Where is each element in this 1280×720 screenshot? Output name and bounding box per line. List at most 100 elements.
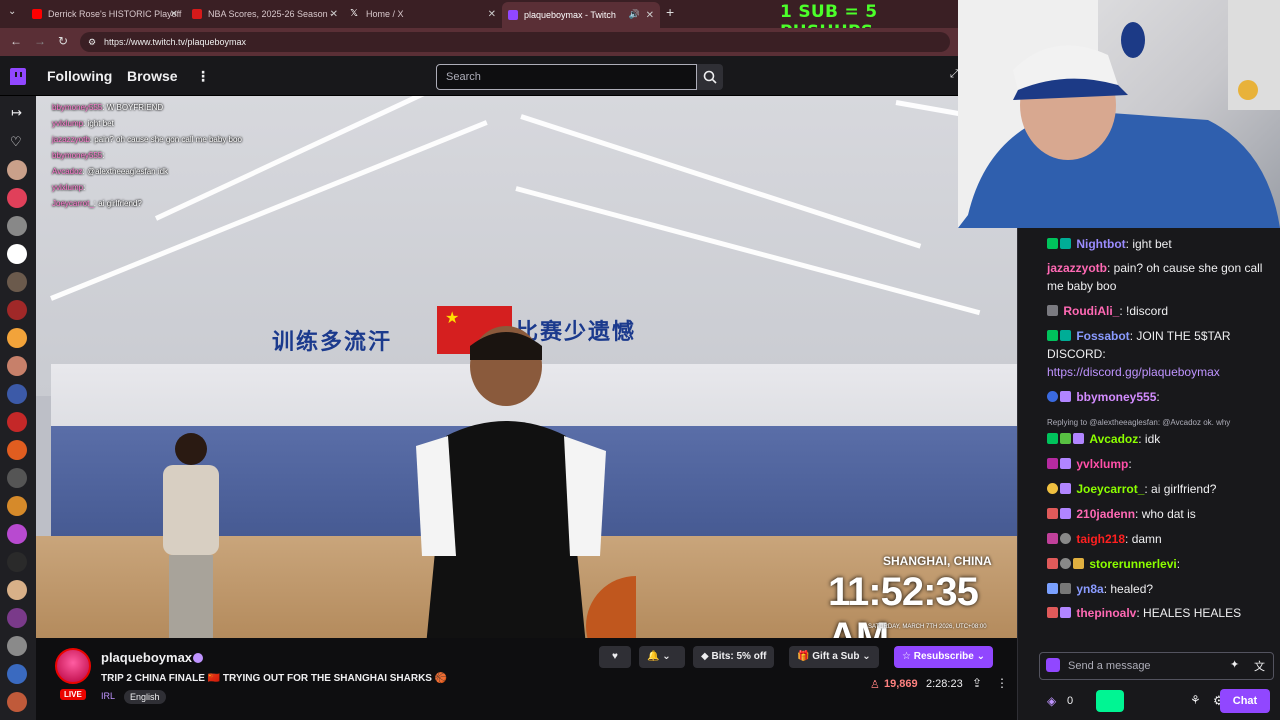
followed-channel-avatar[interactable] — [7, 440, 27, 460]
chat-message: bbymoney555: — [1047, 388, 1269, 406]
chat-text: : healed? — [1103, 582, 1154, 596]
chat-text: : — [1128, 457, 1132, 471]
sub-badge-icon — [1047, 607, 1058, 618]
followed-channel-avatar[interactable] — [7, 636, 27, 656]
followed-channel-avatar[interactable] — [7, 552, 27, 572]
tab-twitch[interactable]: plaqueboymax - Twitch 🔊 ✕ — [502, 2, 660, 28]
emote-picker-icon[interactable] — [1046, 658, 1060, 672]
followed-channel-avatar[interactable] — [7, 160, 27, 180]
back-arrow-icon[interactable]: ← — [10, 34, 22, 48]
resub-label: Resubscribe — [913, 651, 974, 662]
speaker-icon[interactable]: 🔊 — [629, 9, 640, 20]
followed-channel-avatar[interactable] — [7, 328, 27, 348]
stream-category-link[interactable]: IRL — [101, 691, 115, 701]
translate-icon[interactable]: 文 — [1254, 658, 1265, 674]
new-tab-icon[interactable]: + — [666, 4, 674, 20]
expand-rail-icon[interactable]: ↦ — [11, 105, 22, 121]
search-input[interactable]: Search — [436, 64, 697, 90]
chat-send-button[interactable]: Chat — [1220, 689, 1270, 713]
chat-username[interactable]: RoudiAli_ — [1063, 304, 1119, 318]
overlay-chat-line: yvlxlump: ight bet — [52, 119, 114, 128]
channel-points-icon[interactable]: ◈ — [1047, 694, 1056, 708]
close-tab-icon[interactable]: ✕ — [488, 9, 496, 20]
discord-link[interactable]: https://discord.gg/plaqueboymax — [1047, 365, 1220, 379]
followed-channel-avatar[interactable] — [7, 188, 27, 208]
chat-username[interactable]: yn8a — [1076, 582, 1103, 596]
channel-avatar[interactable] — [55, 648, 91, 684]
reply-context[interactable]: Replying to @alextheeaglesfan: @Avcadoz … — [1047, 418, 1230, 427]
followed-channel-avatar[interactable] — [7, 300, 27, 320]
gift-badge-icon — [1073, 558, 1084, 569]
sub-badge-icon — [1047, 558, 1058, 569]
notifications-button[interactable]: 🔔 ⌄ — [639, 646, 685, 668]
forward-arrow-icon[interactable]: → — [34, 34, 46, 48]
more-options-icon[interactable]: ⋮ — [196, 68, 210, 85]
heart-icon[interactable]: ♡ — [10, 134, 22, 150]
resubscribe-button[interactable]: ☆ Resubscribe ⌄ — [894, 646, 993, 668]
streamer-webcam — [958, 0, 1280, 228]
chat-username[interactable]: Nightbot — [1076, 237, 1125, 251]
chat-username[interactable]: Avcadoz — [1089, 432, 1138, 446]
close-tab-icon[interactable]: ✕ — [646, 10, 654, 21]
sub-badge-icon — [1060, 433, 1071, 444]
chest-icon[interactable] — [1096, 690, 1124, 712]
followed-channel-avatar[interactable] — [7, 580, 27, 600]
followed-channel-avatar[interactable] — [7, 244, 27, 264]
chat-message: Nightbot: ight bet — [1047, 235, 1269, 253]
chat-username[interactable]: storerunnerlevi — [1089, 557, 1176, 571]
close-tab-icon[interactable]: ✕ — [170, 9, 178, 20]
chat-username[interactable]: jazazzyotb — [1047, 261, 1107, 275]
followed-channel-avatar[interactable] — [7, 608, 27, 628]
reload-icon[interactable]: ↻ — [58, 34, 68, 48]
chat-username[interactable]: Fossabot — [1076, 329, 1129, 343]
more-options-icon[interactable]: ⋮ — [996, 676, 1008, 690]
tab-list-chevron-icon[interactable]: ⌄ — [8, 6, 16, 17]
search-icon — [703, 70, 717, 84]
address-bar[interactable]: ⚙ https://www.twitch.tv/plaqueboymax — [80, 32, 950, 52]
followed-channel-avatar[interactable] — [7, 496, 27, 516]
twitch-logo-icon[interactable] — [10, 68, 26, 85]
chat-username[interactable]: Joeycarrot_ — [1076, 482, 1144, 496]
share-icon[interactable]: ⇪ — [972, 676, 982, 690]
followed-channel-avatar[interactable] — [7, 216, 27, 236]
chat-username[interactable]: yvlxlump — [1076, 457, 1128, 471]
emote-badge-icon — [1047, 483, 1058, 494]
chat-username[interactable]: taigh218 — [1076, 532, 1125, 546]
stream-overlay-chat: bbymoney555: W BOYFRIEND yvlxlump: ight … — [52, 100, 312, 212]
followed-channel-avatar[interactable] — [7, 356, 27, 376]
chat-username[interactable]: 210jadenn — [1076, 507, 1135, 521]
tab-derrick-rose[interactable]: Derrick Rose's HISTORIC Playoff ✕ — [26, 4, 184, 24]
twitch-top-nav: Following Browse ⋮ Search ⤢ — [0, 56, 959, 96]
sub-badge-icon — [1047, 508, 1058, 519]
bits-button[interactable]: ◆ Bits: 5% off — [693, 646, 775, 668]
close-tab-icon[interactable]: ✕ — [330, 9, 338, 20]
chat-username[interactable]: thepinoalv — [1076, 606, 1136, 620]
video-player[interactable]: 训练多流汗 比赛少遗憾 bbymoney555: W BOYFRIEND yvl… — [36, 96, 1017, 638]
followed-channel-avatar[interactable] — [7, 692, 27, 712]
site-info-icon[interactable]: ⚙ — [88, 32, 96, 52]
followed-channel-avatar[interactable] — [7, 412, 27, 432]
predictions-icon[interactable]: ⚘ — [1190, 693, 1201, 707]
followed-channel-avatar[interactable] — [7, 524, 27, 544]
channel-name[interactable]: plaqueboymax — [101, 650, 192, 665]
basketball-player-figure — [416, 326, 636, 638]
gift-sub-button[interactable]: 🎁 Gift a Sub ⌄ — [789, 646, 879, 668]
following-link[interactable]: Following — [47, 68, 112, 84]
overlay-chat-line: Joeycarrot_: ai girlfriend? — [52, 199, 142, 208]
chat-username[interactable]: bbymoney555 — [1076, 390, 1156, 404]
followed-channel-avatar[interactable] — [7, 384, 27, 404]
follow-heart-button[interactable]: ♥ — [599, 646, 631, 668]
tab-nba-scores[interactable]: NBA Scores, 2025-26 Season - ✕ — [186, 4, 344, 24]
followed-channel-avatar[interactable] — [7, 272, 27, 292]
followed-channel-avatar[interactable] — [7, 468, 27, 488]
chevron-down-icon: ⌄ — [976, 651, 985, 662]
tab-label: Derrick Rose's HISTORIC Playoff — [48, 9, 182, 19]
tab-x-home[interactable]: 𝕏 Home / X ✕ — [344, 4, 502, 24]
browse-link[interactable]: Browse — [127, 68, 178, 84]
language-tag[interactable]: English — [124, 690, 166, 704]
sparkle-icon[interactable]: ✦ — [1230, 658, 1239, 671]
search-button[interactable] — [697, 64, 723, 90]
chat-message: jazazzyotb: pain? oh cause she gon call … — [1047, 259, 1269, 295]
browser-toolbar: ← → ↻ ⚙ https://www.twitch.tv/plaqueboym… — [0, 28, 958, 56]
followed-channel-avatar[interactable] — [7, 664, 27, 684]
